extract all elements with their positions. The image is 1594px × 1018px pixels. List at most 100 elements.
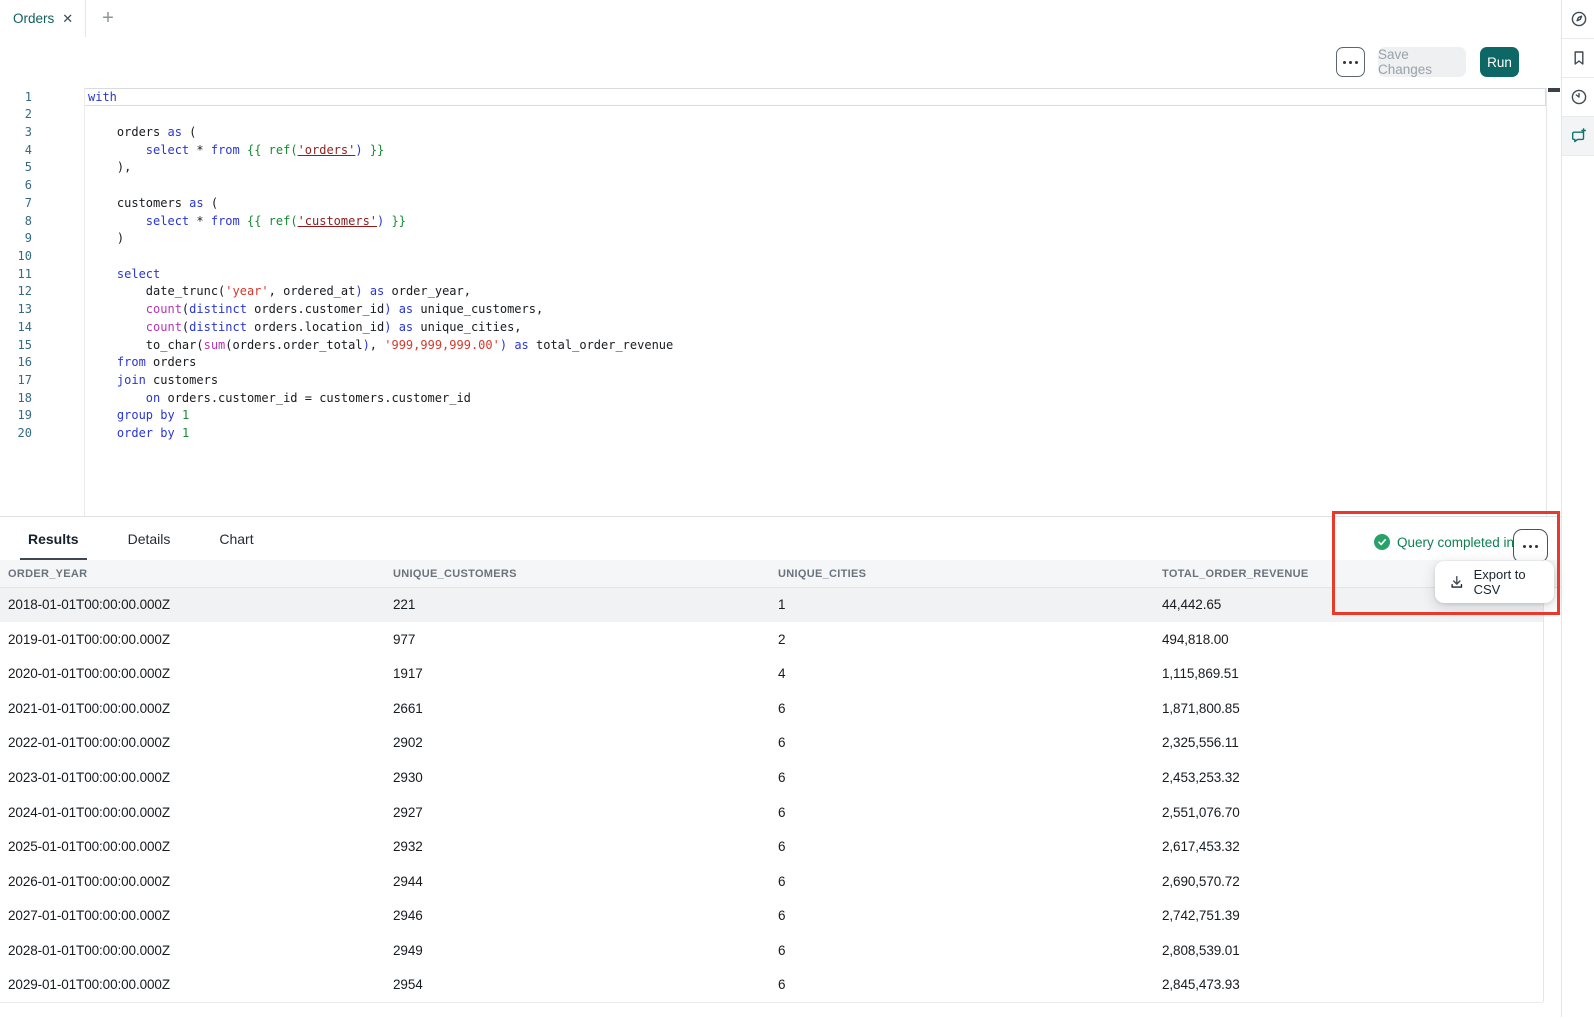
tab-results[interactable]: Results — [20, 517, 87, 561]
column-header-unique_customers: UNIQUE_CUSTOMERS — [385, 560, 770, 587]
table-row: 2021-01-01T00:00:00.000Z266161,871,800.8… — [0, 691, 1543, 727]
results-more-button[interactable] — [1513, 529, 1548, 563]
table-row: 2019-01-01T00:00:00.000Z9772494,818.00 — [0, 622, 1543, 658]
code-line[interactable]: 3 orders as ( — [0, 124, 1546, 142]
table-cell: 1,871,800.85 — [1154, 691, 1543, 726]
line-number: 8 — [0, 213, 32, 231]
table-cell: 2018-01-01T00:00:00.000Z — [0, 588, 385, 623]
line-number: 6 — [0, 177, 32, 195]
tab-orders[interactable]: Orders ✕ — [0, 0, 86, 37]
tab-close-icon[interactable]: ✕ — [62, 12, 73, 25]
line-number: 5 — [0, 159, 32, 177]
line-number: 12 — [0, 283, 32, 301]
copilot-button[interactable] — [1562, 117, 1594, 156]
results-table-header: ORDER_YEARUNIQUE_CUSTOMERSUNIQUE_CITIEST… — [0, 560, 1561, 588]
check-circle-icon — [1374, 534, 1390, 550]
code-line[interactable]: 2 — [0, 106, 1546, 124]
code-line[interactable]: 18 on orders.customer_id = customers.cus… — [0, 390, 1546, 408]
column-header-order_year: ORDER_YEAR — [0, 560, 385, 587]
export-csv-menu-item[interactable]: Export to CSV — [1435, 561, 1554, 603]
table-cell: 2954 — [385, 968, 770, 1003]
code-line[interactable]: 19 group by 1 — [0, 407, 1546, 425]
table-cell: 6 — [770, 760, 1154, 795]
code-line[interactable]: 4 select * from {{ ref('orders') }} — [0, 142, 1546, 160]
run-button[interactable]: Run — [1480, 47, 1519, 77]
download-icon — [1449, 574, 1465, 590]
table-cell: 2025-01-01T00:00:00.000Z — [0, 829, 385, 864]
table-cell: 1917 — [385, 657, 770, 692]
editor-scrollbar-thumb[interactable] — [1548, 88, 1560, 92]
code-line[interactable]: 7 customers as ( — [0, 195, 1546, 213]
history-button[interactable] — [1562, 78, 1594, 117]
tab-bar: Orders ✕ + — [0, 0, 1561, 38]
code-line[interactable]: 10 — [0, 248, 1546, 266]
code-line[interactable]: 16 from orders — [0, 354, 1546, 372]
table-cell: 2021-01-01T00:00:00.000Z — [0, 691, 385, 726]
table-cell: 2927 — [385, 795, 770, 830]
query-status-text: Query completed in 5s — [1397, 535, 1532, 550]
table-row: 2028-01-01T00:00:00.000Z294962,808,539.0… — [0, 933, 1543, 969]
save-changes-button[interactable]: Save Changes — [1378, 47, 1466, 77]
toolbar-more-button[interactable] — [1336, 47, 1365, 77]
code-line[interactable]: 9 ) — [0, 230, 1546, 248]
table-cell: 2028-01-01T00:00:00.000Z — [0, 933, 385, 968]
code-line[interactable]: 14 count(distinct orders.location_id) as… — [0, 319, 1546, 337]
sql-editor[interactable]: 1with23 orders as (4 select * from {{ re… — [0, 88, 1561, 516]
table-row: 2022-01-01T00:00:00.000Z290262,325,556.1… — [0, 726, 1543, 762]
compass-icon — [1570, 10, 1588, 28]
table-cell: 6 — [770, 864, 1154, 899]
code-line[interactable]: 1with — [0, 89, 1546, 107]
code-line[interactable]: 15 to_char(sum(orders.order_total), '999… — [0, 337, 1546, 355]
code-line[interactable]: 17 join customers — [0, 372, 1546, 390]
table-cell: 2946 — [385, 898, 770, 933]
line-number: 19 — [0, 407, 32, 425]
code-line[interactable]: 11 select — [0, 266, 1546, 284]
table-cell: 221 — [385, 588, 770, 623]
table-cell: 2,617,453.32 — [1154, 829, 1543, 864]
table-cell: 2949 — [385, 933, 770, 968]
line-number: 2 — [0, 106, 32, 124]
line-number: 10 — [0, 248, 32, 266]
table-cell: 2,845,473.93 — [1154, 968, 1543, 1003]
table-row: 2018-01-01T00:00:00.000Z221144,442.65 — [0, 588, 1543, 624]
line-number: 1 — [0, 89, 32, 107]
table-row: 2025-01-01T00:00:00.000Z293262,617,453.3… — [0, 829, 1543, 865]
table-row: 2023-01-01T00:00:00.000Z293062,453,253.3… — [0, 760, 1543, 796]
table-row: 2024-01-01T00:00:00.000Z292762,551,076.7… — [0, 795, 1543, 831]
bookmark-button[interactable] — [1562, 39, 1594, 78]
table-cell: 1 — [770, 588, 1154, 623]
table-cell: 2024-01-01T00:00:00.000Z — [0, 795, 385, 830]
table-cell: 2022-01-01T00:00:00.000Z — [0, 726, 385, 761]
table-cell: 4 — [770, 657, 1154, 692]
table-cell: 6 — [770, 829, 1154, 864]
new-tab-button[interactable]: + — [95, 5, 121, 31]
code-line[interactable]: 8 select * from {{ ref('customers') }} — [0, 213, 1546, 231]
table-cell: 2027-01-01T00:00:00.000Z — [0, 898, 385, 933]
table-cell: 6 — [770, 968, 1154, 1003]
code-line[interactable]: 5 ), — [0, 159, 1546, 177]
code-line[interactable]: 13 count(distinct orders.customer_id) as… — [0, 301, 1546, 319]
tab-details[interactable]: Details — [120, 517, 179, 561]
code-line[interactable]: 12 date_trunc('year', ordered_at) as ord… — [0, 283, 1546, 301]
tab-orders-label: Orders — [13, 11, 54, 26]
line-number: 17 — [0, 372, 32, 390]
code-line[interactable]: 20 order by 1 — [0, 425, 1546, 443]
table-cell: 2,325,556.11 — [1154, 726, 1543, 761]
table-cell: 1,115,869.51 — [1154, 657, 1543, 692]
table-cell: 2019-01-01T00:00:00.000Z — [0, 622, 385, 657]
tab-chart[interactable]: Chart — [211, 517, 261, 561]
table-cell: 494,818.00 — [1154, 622, 1543, 657]
table-cell: 977 — [385, 622, 770, 657]
help-compass-button[interactable] — [1562, 0, 1594, 39]
table-cell: 6 — [770, 726, 1154, 761]
table-cell: 2023-01-01T00:00:00.000Z — [0, 760, 385, 795]
line-number: 7 — [0, 195, 32, 213]
query-status: Query completed in 5s — [1374, 534, 1532, 550]
table-cell: 6 — [770, 795, 1154, 830]
code-line[interactable]: 6 — [0, 177, 1546, 195]
line-number: 4 — [0, 142, 32, 160]
table-row: 2027-01-01T00:00:00.000Z294662,742,751.3… — [0, 898, 1543, 934]
table-cell: 6 — [770, 898, 1154, 933]
ellipsis-icon — [1523, 545, 1538, 548]
ellipsis-icon — [1343, 61, 1358, 64]
